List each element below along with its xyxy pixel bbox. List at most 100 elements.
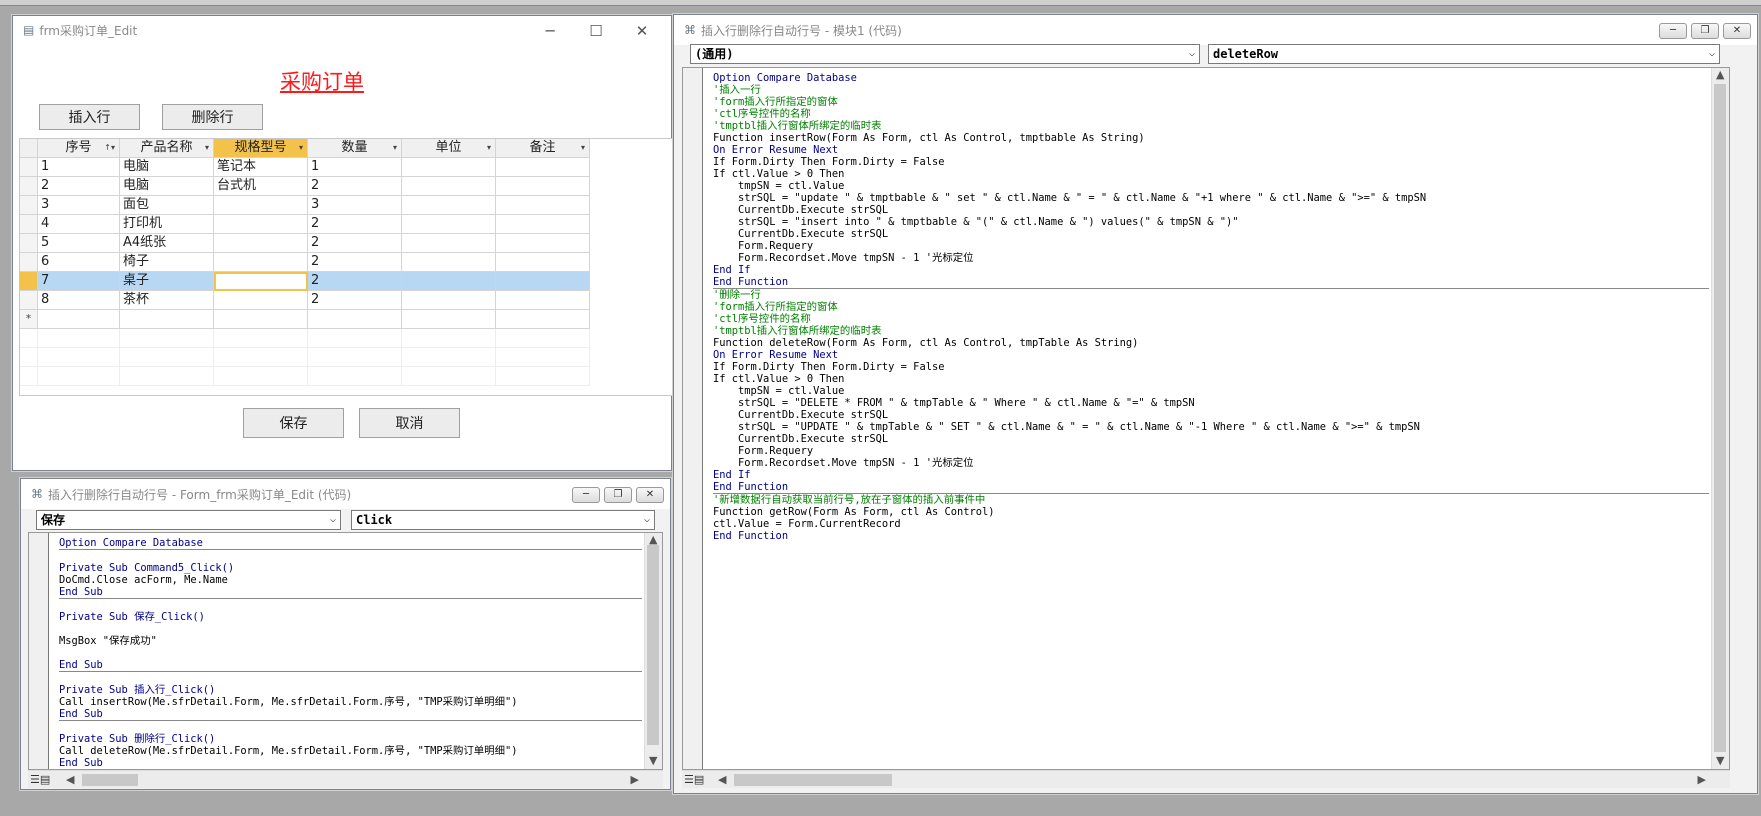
table-cell[interactable]: 2: [308, 234, 402, 253]
table-cell[interactable]: 2: [308, 177, 402, 196]
minimize-icon[interactable]: ─: [527, 20, 573, 42]
code-line[interactable]: CurrentDb.Execute strSQL: [713, 409, 1709, 421]
column-header[interactable]: 单位 ▾: [402, 139, 496, 158]
table-cell[interactable]: [214, 215, 308, 234]
table-cell[interactable]: [402, 234, 496, 253]
form-code-text[interactable]: Option Compare Database Private Sub Comm…: [59, 537, 642, 769]
restore-icon[interactable]: ❐: [604, 487, 632, 503]
code-line[interactable]: If ctl.Value > 0 Then: [713, 373, 1709, 385]
code-line[interactable]: Private Sub 删除行_Click(): [59, 733, 642, 745]
scroll-up-icon[interactable]: ▲: [1716, 68, 1724, 81]
table-cell[interactable]: [214, 196, 308, 215]
record-selector[interactable]: [20, 234, 38, 253]
table-cell[interactable]: 7: [38, 272, 120, 291]
table-cell[interactable]: [214, 272, 308, 291]
table-cell[interactable]: 台式机: [214, 177, 308, 196]
record-selector[interactable]: [20, 158, 38, 177]
code-line[interactable]: On Error Resume Next: [713, 144, 1709, 156]
column-header[interactable]: 数量 ▾: [308, 139, 402, 158]
module-code-titlebar[interactable]: ⌘ 插入行删除行自动行号 - 模块1 (代码) ─ ❐ ✕: [674, 15, 1757, 45]
object-combo[interactable]: (通用) ⌵: [690, 44, 1200, 64]
module-code-text[interactable]: Option Compare Database '插入一行'form插入行所指定的…: [713, 72, 1709, 542]
scroll-right-icon[interactable]: ▶: [631, 773, 639, 786]
select-all-corner[interactable]: [20, 139, 38, 158]
table-cell[interactable]: 5: [38, 234, 120, 253]
code-line[interactable]: strSQL = "insert into " & tmptbable & "(…: [713, 216, 1709, 228]
insert-row-button[interactable]: 插入行: [39, 104, 140, 130]
cancel-button[interactable]: 取消: [359, 408, 460, 438]
code-line[interactable]: strSQL = "UPDATE " & tmpTable & " SET " …: [713, 421, 1709, 433]
table-cell[interactable]: [496, 310, 590, 329]
table-cell[interactable]: 电脑: [120, 158, 214, 177]
save-button[interactable]: 保存: [243, 408, 344, 438]
scroll-right-icon[interactable]: ▶: [1698, 773, 1706, 786]
scrollbar-thumb[interactable]: [734, 774, 892, 786]
table-cell[interactable]: 2: [308, 272, 402, 291]
code-line[interactable]: 'ctl序号控件的名称: [713, 108, 1709, 120]
table-cell[interactable]: [496, 215, 590, 234]
code-line[interactable]: strSQL = "DELETE * FROM " & tmpTable & "…: [713, 397, 1709, 409]
table-cell[interactable]: [496, 158, 590, 177]
table-cell[interactable]: [496, 196, 590, 215]
view-toggle-icon[interactable]: ☰▤: [30, 773, 50, 786]
code-line[interactable]: [59, 672, 642, 684]
table-cell[interactable]: [214, 253, 308, 272]
table-cell[interactable]: [214, 310, 308, 329]
code-line[interactable]: CurrentDb.Execute strSQL: [713, 204, 1709, 216]
table-cell[interactable]: 打印机: [120, 215, 214, 234]
column-header[interactable]: 规格型号 ▾: [214, 139, 308, 158]
horizontal-scrollbar[interactable]: ☰▤ ◀ ▶: [28, 770, 663, 788]
vertical-scrollbar[interactable]: ▲ ▼: [644, 533, 662, 769]
table-cell[interactable]: 茶杯: [120, 291, 214, 310]
code-line[interactable]: End Function: [713, 481, 1709, 493]
code-line[interactable]: If Form.Dirty Then Form.Dirty = False: [713, 361, 1709, 373]
table-row[interactable]: 1 电脑 笔记本 1: [20, 158, 590, 177]
table-row[interactable]: 4 打印机 2: [20, 215, 590, 234]
table-row[interactable]: 6 椅子 2: [20, 253, 590, 272]
table-cell[interactable]: [120, 310, 214, 329]
code-line[interactable]: Private Sub 保存_Click(): [59, 611, 642, 623]
minimize-icon[interactable]: ─: [572, 487, 600, 503]
table-cell[interactable]: 电脑: [120, 177, 214, 196]
object-combo[interactable]: 保存 ⌵: [36, 510, 341, 530]
table-cell[interactable]: 椅子: [120, 253, 214, 272]
minimize-icon[interactable]: ─: [1659, 23, 1687, 39]
module-code-editor[interactable]: Option Compare Database '插入一行'form插入行所指定的…: [682, 67, 1730, 770]
code-line[interactable]: Function insertRow(Form As Form, ctl As …: [713, 132, 1709, 144]
table-cell[interactable]: [308, 310, 402, 329]
new-record-row[interactable]: *: [20, 310, 590, 329]
code-line[interactable]: '新增数据行自动获取当前行号,放在子窗体的插入前事件中: [713, 494, 1709, 506]
delete-row-button[interactable]: 删除行: [162, 104, 263, 130]
code-line[interactable]: strSQL = "update " & tmptbable & " set "…: [713, 192, 1709, 204]
record-selector[interactable]: [20, 272, 38, 291]
close-icon[interactable]: ✕: [636, 487, 664, 503]
table-cell[interactable]: 2: [38, 177, 120, 196]
table-cell[interactable]: 笔记本: [214, 158, 308, 177]
code-line[interactable]: 'tmptbl插入行窗体所绑定的临时表: [713, 120, 1709, 132]
table-cell[interactable]: [402, 272, 496, 291]
close-icon[interactable]: ✕: [1723, 23, 1751, 39]
code-line[interactable]: Form.Requery: [713, 240, 1709, 252]
scroll-left-icon[interactable]: ◀: [66, 773, 74, 786]
table-cell[interactable]: 1: [38, 158, 120, 177]
scrollbar-thumb[interactable]: [647, 545, 659, 745]
column-header[interactable]: 备注 ▾: [496, 139, 590, 158]
table-row[interactable]: 8 茶杯 2: [20, 291, 590, 310]
code-line[interactable]: End If: [713, 469, 1709, 481]
code-line[interactable]: End Sub: [59, 586, 642, 598]
code-line[interactable]: End Function: [713, 530, 1709, 542]
column-header[interactable]: 序号 ↑▾: [38, 139, 120, 158]
code-line[interactable]: Form.Recordset.Move tmpSN - 1 '光标定位: [713, 252, 1709, 264]
view-toggle-icon[interactable]: ☰▤: [684, 773, 704, 786]
code-line[interactable]: CurrentDb.Execute strSQL: [713, 433, 1709, 445]
code-line[interactable]: If Form.Dirty Then Form.Dirty = False: [713, 156, 1709, 168]
code-line[interactable]: Function getRow(Form As Form, ctl As Con…: [713, 506, 1709, 518]
procedure-combo[interactable]: deleteRow ⌵: [1208, 44, 1720, 64]
code-line[interactable]: Private Sub 插入行_Click(): [59, 684, 642, 696]
table-cell[interactable]: 2: [308, 253, 402, 272]
table-row[interactable]: 7 桌子 2: [20, 272, 590, 291]
maximize-icon[interactable]: ☐: [573, 20, 619, 42]
table-cell[interactable]: 1: [308, 158, 402, 177]
table-cell[interactable]: 4: [38, 215, 120, 234]
code-line[interactable]: CurrentDb.Execute strSQL: [713, 228, 1709, 240]
